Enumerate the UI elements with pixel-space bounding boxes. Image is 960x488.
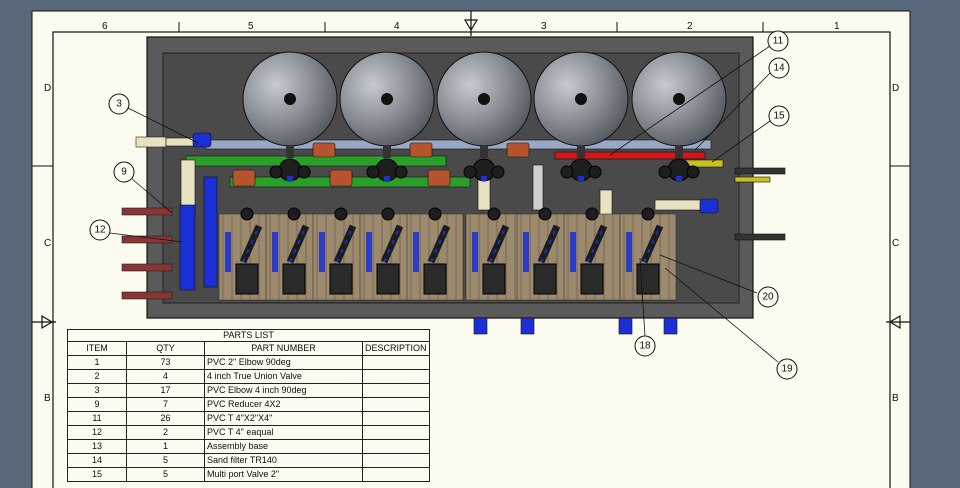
balloon-item-3: 3: [108, 93, 130, 115]
svg-text:14: 14: [773, 63, 785, 74]
zone-row-b-left: B: [44, 393, 51, 404]
filter-module: [406, 207, 464, 301]
cell-description: [362, 369, 430, 384]
cell-qty: 4: [126, 369, 205, 384]
cell-qty: 2: [126, 425, 205, 440]
svg-text:9: 9: [121, 167, 127, 178]
zone-col-1: 1: [834, 21, 840, 32]
zone-row-d-right: D: [892, 83, 900, 94]
cell-description: [362, 453, 430, 468]
zone-row-b-right: B: [892, 393, 899, 404]
cell-item: 1: [67, 355, 127, 370]
cell-description: [362, 397, 430, 412]
cell-description: [362, 355, 430, 370]
parts-list-table: PARTS LIST ITEM QTY PART NUMBER DESCRIPT…: [67, 329, 430, 482]
table-row: 15 5 Multi port Valve 2": [67, 467, 430, 482]
cell-item: 11: [67, 411, 127, 426]
balloon-item-15: 15: [768, 105, 790, 127]
filter-module: [619, 207, 677, 301]
cell-description: [362, 383, 430, 398]
parts-list-title: PARTS LIST: [67, 329, 430, 341]
cell-part-number: 4 inch True Union Valve: [204, 369, 363, 384]
cell-qty: 5: [126, 467, 205, 482]
table-row: 14 5 Sand filter TR140: [67, 453, 430, 468]
cell-part-number: PVC T 4" eaqual: [204, 425, 363, 440]
filter-module: [563, 207, 621, 301]
cell-description: [362, 425, 430, 440]
cell-qty: 1: [126, 439, 205, 454]
svg-text:3: 3: [116, 99, 122, 110]
balloon-item-12: 12: [89, 219, 111, 241]
header-part-number: PART NUMBER: [204, 341, 363, 356]
table-row: 13 1 Assembly base: [67, 439, 430, 454]
cell-description: [362, 439, 430, 454]
cell-item: 9: [67, 397, 127, 412]
table-row: 11 26 PVC T 4"X2"X4": [67, 411, 430, 426]
cell-qty: 17: [126, 383, 205, 398]
svg-text:15: 15: [773, 111, 785, 122]
cell-item: 2: [67, 369, 127, 384]
header-qty: QTY: [126, 341, 205, 356]
cell-qty: 5: [126, 453, 205, 468]
table-row: 3 17 PVC Elbow 4 inch 90deg: [67, 383, 430, 398]
bottom-drain-stubs: [473, 317, 678, 335]
cell-item: 13: [67, 439, 127, 454]
cell-item: 14: [67, 453, 127, 468]
cell-part-number: Assembly base: [204, 439, 363, 454]
header-description: DESCRIPTION: [362, 341, 430, 356]
zone-row-c-right: C: [892, 238, 900, 249]
svg-text:12: 12: [94, 225, 106, 236]
svg-text:18: 18: [639, 341, 651, 352]
parts-list-header: ITEM QTY PART NUMBER DESCRIPTION: [67, 341, 430, 356]
zone-col-5: 5: [248, 21, 254, 32]
balloon-item-20: 20: [757, 286, 779, 308]
filter-module: [465, 207, 523, 301]
cell-part-number: PVC 2" Elbow 90deg: [204, 355, 363, 370]
table-row: 9 7 PVC Reducer 4X2: [67, 397, 430, 412]
zone-col-6: 6: [102, 21, 108, 32]
table-row: 12 2 PVC T 4" eaqual: [67, 425, 430, 440]
svg-text:19: 19: [781, 364, 793, 375]
zone-row-c-left: C: [44, 238, 52, 249]
svg-text:20: 20: [762, 292, 774, 303]
cell-part-number: Multi port Valve 2": [204, 467, 363, 482]
balloon-item-18: 18: [634, 335, 656, 357]
table-row: 1 73 PVC 2" Elbow 90deg: [67, 355, 430, 370]
cell-item: 12: [67, 425, 127, 440]
balloon-item-19: 19: [776, 358, 798, 380]
cell-item: 15: [67, 467, 127, 482]
zone-col-4: 4: [394, 21, 400, 32]
table-row: 244 inch True Union Valve: [67, 369, 430, 384]
zone-row-d-left: D: [44, 83, 52, 94]
cell-part-number: PVC Elbow 4 inch 90deg: [204, 383, 363, 398]
zone-col-3: 3: [541, 21, 547, 32]
cell-part-number: Sand filter TR140: [204, 453, 363, 468]
filter-modules: [218, 207, 677, 301]
cell-item: 3: [67, 383, 127, 398]
balloon-item-14: 14: [768, 57, 790, 79]
svg-text:11: 11: [773, 36, 784, 47]
cell-description: [362, 467, 430, 482]
cell-qty: 73: [126, 355, 205, 370]
cell-part-number: PVC Reducer 4X2: [204, 397, 363, 412]
cell-description: [362, 411, 430, 426]
cell-qty: 26: [126, 411, 205, 426]
zone-col-2: 2: [687, 21, 693, 32]
cell-qty: 7: [126, 397, 205, 412]
balloon-item-11: 11: [767, 30, 789, 52]
header-item: ITEM: [67, 341, 127, 356]
balloon-item-9: 9: [113, 161, 135, 183]
cell-part-number: PVC T 4"X2"X4": [204, 411, 363, 426]
